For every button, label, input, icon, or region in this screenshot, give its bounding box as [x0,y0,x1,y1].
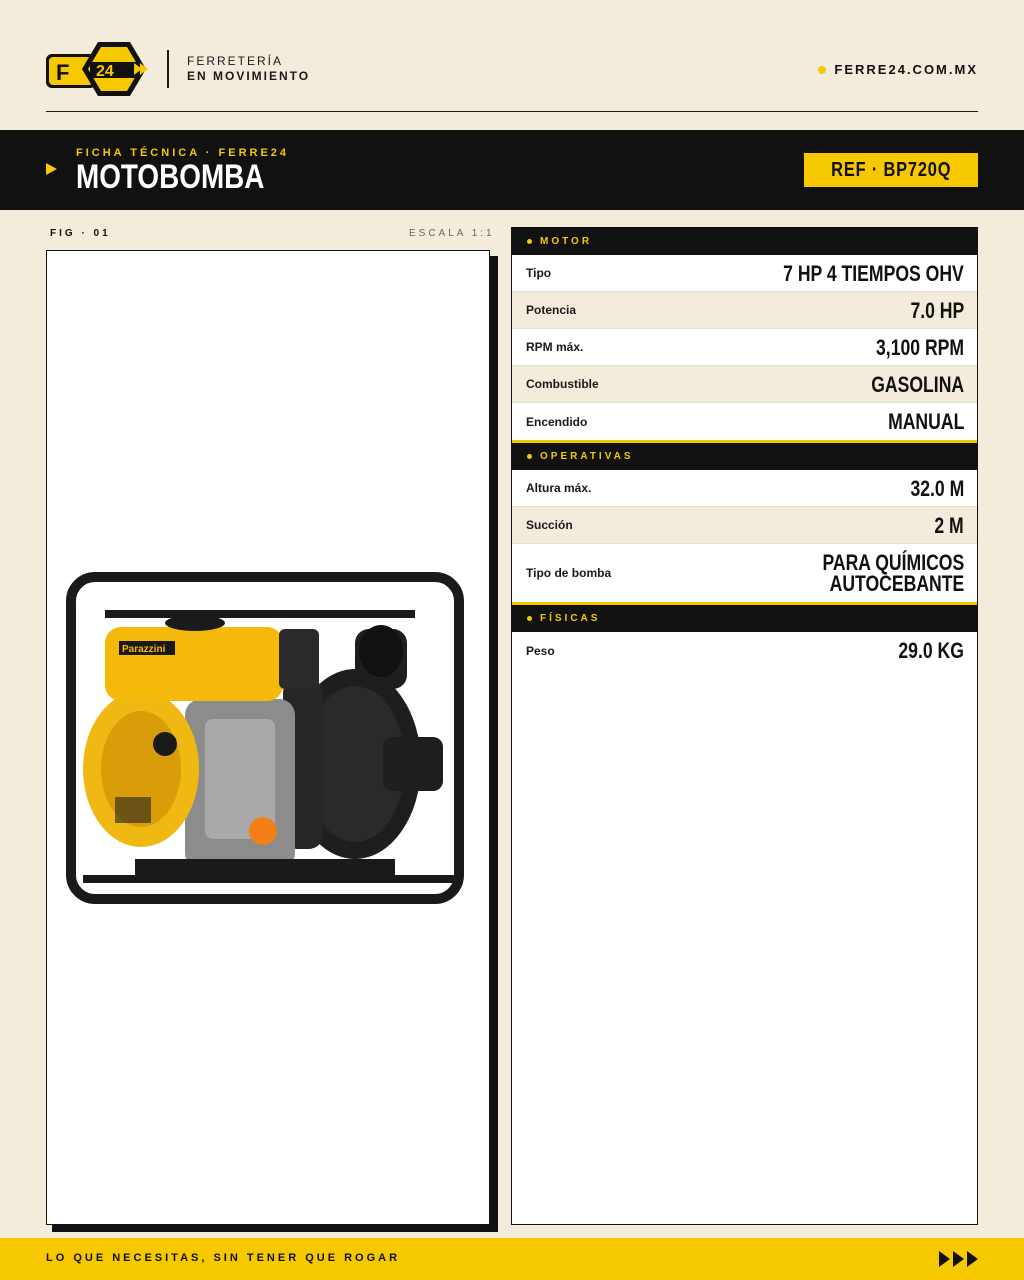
spec-row-altura: Altura máx. 32.0 M [512,470,977,507]
spec-value: 7 HP 4 TIEMPOS OHV [783,260,964,286]
figure-label: FIG · 01 [50,228,111,239]
spec-row-encendido: Encendido MANUAL [512,403,977,440]
spec-row-combustible: Combustible GASOLINA [512,366,977,403]
dot-icon [527,616,532,621]
section-header-motor: MOTOR [512,228,977,255]
logo-divider [167,50,169,88]
spec-value: 2 M [934,512,964,538]
figure-frame: Parazzini [46,250,490,1225]
ref-badge: REF · BP720Q [803,153,978,187]
motobomba-image: Parazzini [66,572,464,904]
spec-row-potencia: Potencia 7.0 HP [512,292,977,329]
section-header-operativas: OPERATIVAS [512,443,977,470]
spec-label: Tipo [526,266,552,280]
site-url-text: FERRE24.COM.MX [834,62,978,77]
figure-scale: ESCALA 1:1 [409,228,495,239]
spec-label: RPM máx. [526,340,584,354]
dot-icon [818,65,827,74]
dot-icon [527,239,532,244]
spec-label: Combustible [526,377,599,391]
tagline: FERRETERÍA EN MOVIMIENTO [187,54,310,84]
product-title: MOTOBOMBA [76,158,265,196]
logo-text: 24 [96,63,114,80]
spec-label: Succión [526,518,573,532]
ferre24-logo[interactable]: F 24 [46,40,150,98]
spec-row-tipo: Tipo 7 HP 4 TIEMPOS OHV [512,255,977,292]
spec-value: 32.0 M [910,475,964,501]
spec-row-tipo-bomba: Tipo de bomba PARA QUÍMICOS AUTOCEBANTE [512,544,977,602]
play-arrow-icon [967,1251,978,1267]
spec-label: Tipo de bomba [526,566,612,580]
spec-value-line2: AUTOCEBANTE [829,571,964,596]
spec-row-peso: Peso 29.0 KG [512,632,977,669]
section-header-fisicas: FÍSICAS [512,605,977,632]
site-url-link[interactable]: FERRE24.COM.MX [818,62,978,77]
spec-row-rpm: RPM máx. 3,100 RPM [512,329,977,366]
spec-label: Potencia [526,303,577,317]
footer-bar: LO QUE NECESITAS, SIN TENER QUE ROGAR [0,1238,1024,1280]
ref-badge-text: REF · BP720Q [830,159,951,181]
footer-slogan: LO QUE NECESITAS, SIN TENER QUE ROGAR [46,1252,401,1264]
tagline-line2: EN MOVIMIENTO [187,69,311,83]
spec-label: Encendido [526,414,588,429]
section-title: OPERATIVAS [540,451,634,462]
page-header: F 24 FERRETERÍA EN MOVIMIENTO FERRE24.CO… [46,40,978,112]
title-bar: FICHA TÉCNICA · FERRE24 MOTOBOMBA REF · … [0,130,1024,210]
spec-value: 3,100 RPM [875,334,964,360]
pump-brand-text: Parazzini [122,644,166,655]
svg-text:F: F [56,60,69,85]
spec-value: 7.0 HP [910,297,964,323]
dot-icon [527,454,532,459]
spec-value: 29.0 KG [898,638,964,663]
section-title: MOTOR [540,236,593,247]
spec-value: PARA QUÍMICOS AUTOCEBANTE [822,552,964,596]
header-divider [46,111,978,112]
play-arrow-icon [939,1251,950,1267]
section-title: FÍSICAS [540,613,601,624]
play-arrow-icon [46,163,57,175]
spec-value: GASOLINA [871,371,964,397]
triple-play-arrows-icon [939,1251,978,1267]
spec-row-succion: Succión 2 M [512,507,977,544]
spec-label: Altura máx. [526,481,592,495]
spec-table: MOTOR Tipo 7 HP 4 TIEMPOS OHV Potencia 7… [511,227,978,1225]
tagline-line1: FERRETERÍA [187,54,284,68]
spec-label: Peso [526,643,555,658]
spec-value: MANUAL [887,409,964,434]
play-arrow-icon [953,1251,964,1267]
